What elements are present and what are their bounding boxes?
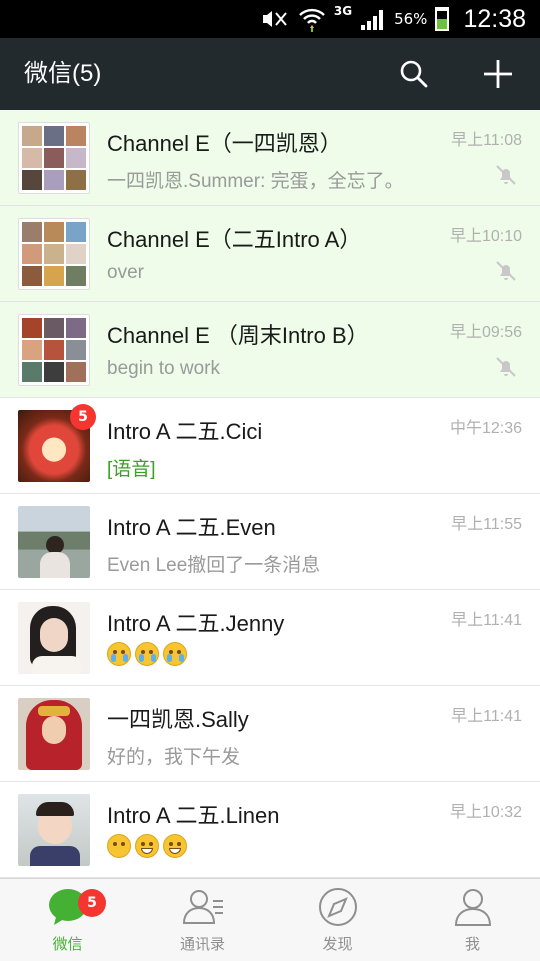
chat-name: Intro A 二五.Linen: [107, 803, 280, 828]
tab-label: 发现: [322, 936, 353, 953]
chat-row[interactable]: Channel E（二五Intro A） over 早上10:10: [0, 206, 540, 302]
crying-emoji-icon: [107, 642, 131, 666]
mute-bell-icon: [496, 357, 516, 377]
group-avatar: [18, 314, 90, 386]
chat-row[interactable]: Intro A 二五.Even Even Lee撤回了一条消息 早上11:55: [0, 494, 540, 590]
grimacing-emoji-icon: [135, 834, 159, 858]
wifi-icon: [299, 8, 325, 32]
tab-unread-badge: 5: [78, 889, 106, 917]
chat-preview: 一四凯恩.Summer: 完蛋，全忘了。: [107, 171, 404, 192]
chat-time: 早上11:55: [451, 516, 522, 533]
tab-label: 微信: [52, 936, 83, 953]
chat-row[interactable]: 一四凯恩.Sally 好的，我下午发 早上11:41: [0, 686, 540, 782]
emoji-preview: [107, 642, 187, 666]
chat-list: Channel E（一四凯恩） 一四凯恩.Summer: 完蛋，全忘了。 早上1…: [0, 110, 540, 878]
status-bar: 3G 56% 12:38: [0, 0, 540, 38]
chat-time: 早上11:41: [451, 612, 522, 629]
group-avatar: [18, 218, 90, 290]
network-type: 3G: [333, 4, 353, 18]
emoji-preview: [107, 834, 187, 858]
tab-label: 我: [464, 936, 480, 953]
chat-name: Intro A 二五.Jenny: [107, 611, 285, 636]
chat-name: Channel E （周末Intro B）: [107, 323, 369, 348]
mute-bell-icon: [496, 261, 516, 281]
avatar: [18, 794, 90, 866]
plus-icon: [484, 60, 512, 88]
chat-time: 中午12:36: [449, 420, 522, 437]
search-button[interactable]: [392, 52, 436, 96]
chat-time: 早上11:41: [451, 708, 522, 725]
chat-row[interactable]: 5 Intro A 二五.Cici [语音] 中午12:36: [0, 398, 540, 494]
battery-icon: [435, 7, 450, 31]
crying-emoji-icon: [163, 642, 187, 666]
chat-preview: [语音]: [107, 459, 156, 480]
chat-time: 早上10:10: [449, 228, 522, 245]
chat-row[interactable]: Intro A 二五.Linen 早上10:32: [0, 782, 540, 878]
chat-name: Channel E（一四凯恩）: [107, 131, 342, 156]
chat-preview: over: [107, 262, 144, 283]
status-icons: 3G 56% 12:38: [260, 4, 526, 34]
bottom-tab-bar: 5 微信 通讯录 发现 我: [0, 878, 540, 961]
compass-icon: [318, 888, 357, 926]
silent-mode-icon: [262, 11, 287, 27]
clock: 12:38: [463, 4, 526, 33]
chat-row[interactable]: Channel E （周末Intro B） begin to work 早上09…: [0, 302, 540, 398]
chat-row[interactable]: Intro A 二五.Jenny 早上11:41: [0, 590, 540, 686]
chat-time: 早上09:56: [449, 324, 522, 341]
avatar: [18, 506, 90, 578]
avatar: [18, 602, 90, 674]
chat-preview: Even Lee撤回了一条消息: [107, 555, 321, 576]
signal-icon: [361, 10, 384, 30]
chat-preview: 好的，我下午发: [107, 747, 241, 768]
chat-time: 早上11:08: [451, 132, 522, 149]
chat-preview: begin to work: [107, 358, 221, 379]
person-icon: [454, 889, 491, 926]
chat-row[interactable]: Channel E（一四凯恩） 一四凯恩.Summer: 完蛋，全忘了。 早上1…: [0, 110, 540, 206]
tab-discover[interactable]: 发现: [270, 879, 405, 961]
add-button[interactable]: [476, 52, 520, 96]
group-avatar: [18, 122, 90, 194]
chat-time: 早上10:32: [449, 804, 522, 821]
battery-percent: 56%: [394, 10, 428, 28]
tab-me[interactable]: 我: [405, 879, 540, 961]
grimacing-emoji-icon: [163, 834, 187, 858]
chat-name: 一四凯恩.Sally: [107, 707, 249, 732]
tab-contacts[interactable]: 通讯录: [135, 879, 270, 961]
avatar: [18, 698, 90, 770]
crying-emoji-icon: [135, 642, 159, 666]
mute-bell-icon: [496, 165, 516, 185]
chat-name: Intro A 二五.Cici: [107, 419, 263, 444]
page-title: 微信(5): [24, 60, 102, 87]
title-bar: 微信(5): [0, 38, 540, 110]
search-icon: [400, 60, 428, 88]
chat-name: Intro A 二五.Even: [107, 515, 276, 540]
chat-name: Channel E（二五Intro A）: [107, 227, 362, 252]
grinning-emoji-icon: [107, 834, 131, 858]
tab-chats[interactable]: 5 微信: [0, 879, 135, 961]
contacts-icon: [182, 890, 223, 924]
tab-label: 通讯录: [179, 936, 225, 953]
unread-badge: 5: [70, 404, 96, 430]
